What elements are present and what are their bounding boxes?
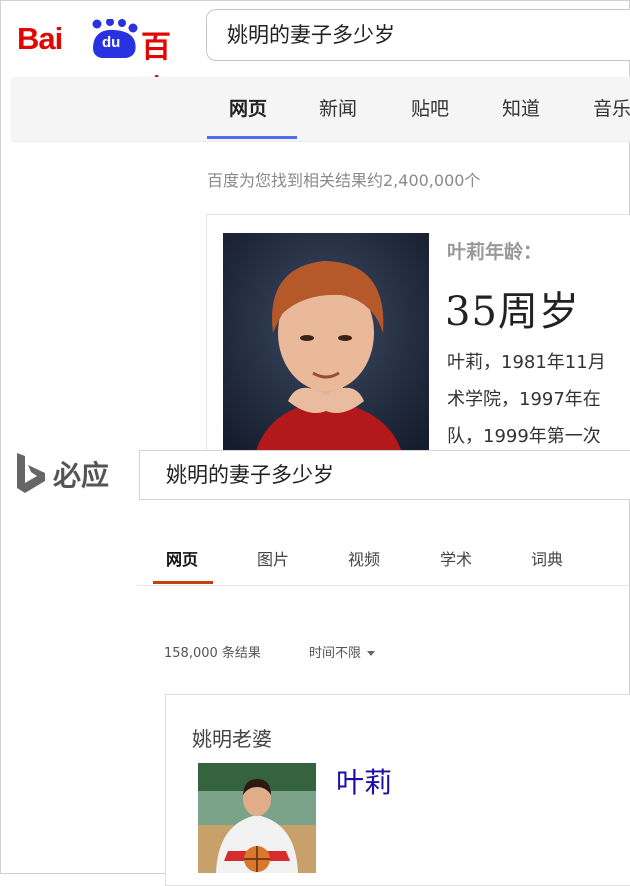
baidu-active-tab-indicator <box>207 136 297 139</box>
bing-search-input[interactable] <box>164 461 618 487</box>
bing-card-entity-link[interactable]: 叶莉 <box>336 761 392 801</box>
baidu-result-count: 百度为您找到相关结果约2,400,000个 <box>207 171 481 190</box>
bing-nav-bar: 网页 图片 视频 学术 词典 <box>137 539 630 586</box>
baidu-nav-bar: 网页 新闻 贴吧 知道 音乐 <box>11 77 630 142</box>
bing-logo[interactable]: 必应 <box>15 451 125 495</box>
bing-tab-dictionary[interactable]: 词典 <box>531 546 563 570</box>
baidu-search-box[interactable] <box>206 9 630 61</box>
baidu-tab-web[interactable]: 网页 <box>229 94 267 121</box>
ye-li-basketball-photo[interactable] <box>198 763 316 873</box>
baidu-tab-music[interactable]: 音乐 <box>593 94 630 121</box>
bing-b-icon <box>17 453 45 493</box>
bing-tab-web[interactable]: 网页 <box>166 546 198 570</box>
baidu-answer-card: 叶莉年龄： 35周岁 叶莉，1981年11月 术学院，1997年在 队，1999… <box>206 214 630 456</box>
bing-time-filter-label: 时间不限 <box>309 646 362 661</box>
bing-tab-academic[interactable]: 学术 <box>440 546 472 570</box>
baidu-card-line-2: 术学院，1997年在 <box>447 389 601 410</box>
baidu-search-input[interactable] <box>225 21 629 47</box>
screenshot-frame: Bai du 百度 网页 新闻 贴吧 知道 音乐 百度为您找到相关结果约2,40… <box>0 0 630 886</box>
baidu-card-line-3: 队，1999年第一次 <box>447 426 601 447</box>
bing-time-filter[interactable]: 时间不限 <box>309 642 376 661</box>
baidu-card-line-1: 叶莉，1981年11月 <box>447 352 606 373</box>
bing-active-tab-indicator <box>153 581 213 584</box>
baidu-logo-bai: Bai <box>17 21 63 56</box>
bing-result-count: 158,000 条结果 <box>164 646 261 661</box>
baidu-logo[interactable]: Bai du 百度 <box>17 13 197 109</box>
caret-down-icon <box>367 651 376 656</box>
baidu-card-label: 叶莉年龄： <box>447 241 543 263</box>
baidu-tab-tieba[interactable]: 贴吧 <box>411 94 449 121</box>
bing-search-box[interactable] <box>139 450 630 500</box>
baidu-tab-news[interactable]: 新闻 <box>319 94 357 121</box>
bing-tab-images[interactable]: 图片 <box>257 546 289 570</box>
baidu-tab-zhidao[interactable]: 知道 <box>502 94 540 121</box>
baidu-card-answer: 35周岁 <box>445 289 580 335</box>
baidu-logo-du: du <box>102 34 121 51</box>
ye-li-portrait-photo[interactable] <box>223 233 429 456</box>
bing-logo-text: 必应 <box>53 459 110 492</box>
bing-tab-videos[interactable]: 视频 <box>348 546 380 570</box>
bing-entity-card: 姚明老婆 叶莉 <box>165 694 630 886</box>
bing-card-title: 姚明老婆 <box>192 727 272 751</box>
